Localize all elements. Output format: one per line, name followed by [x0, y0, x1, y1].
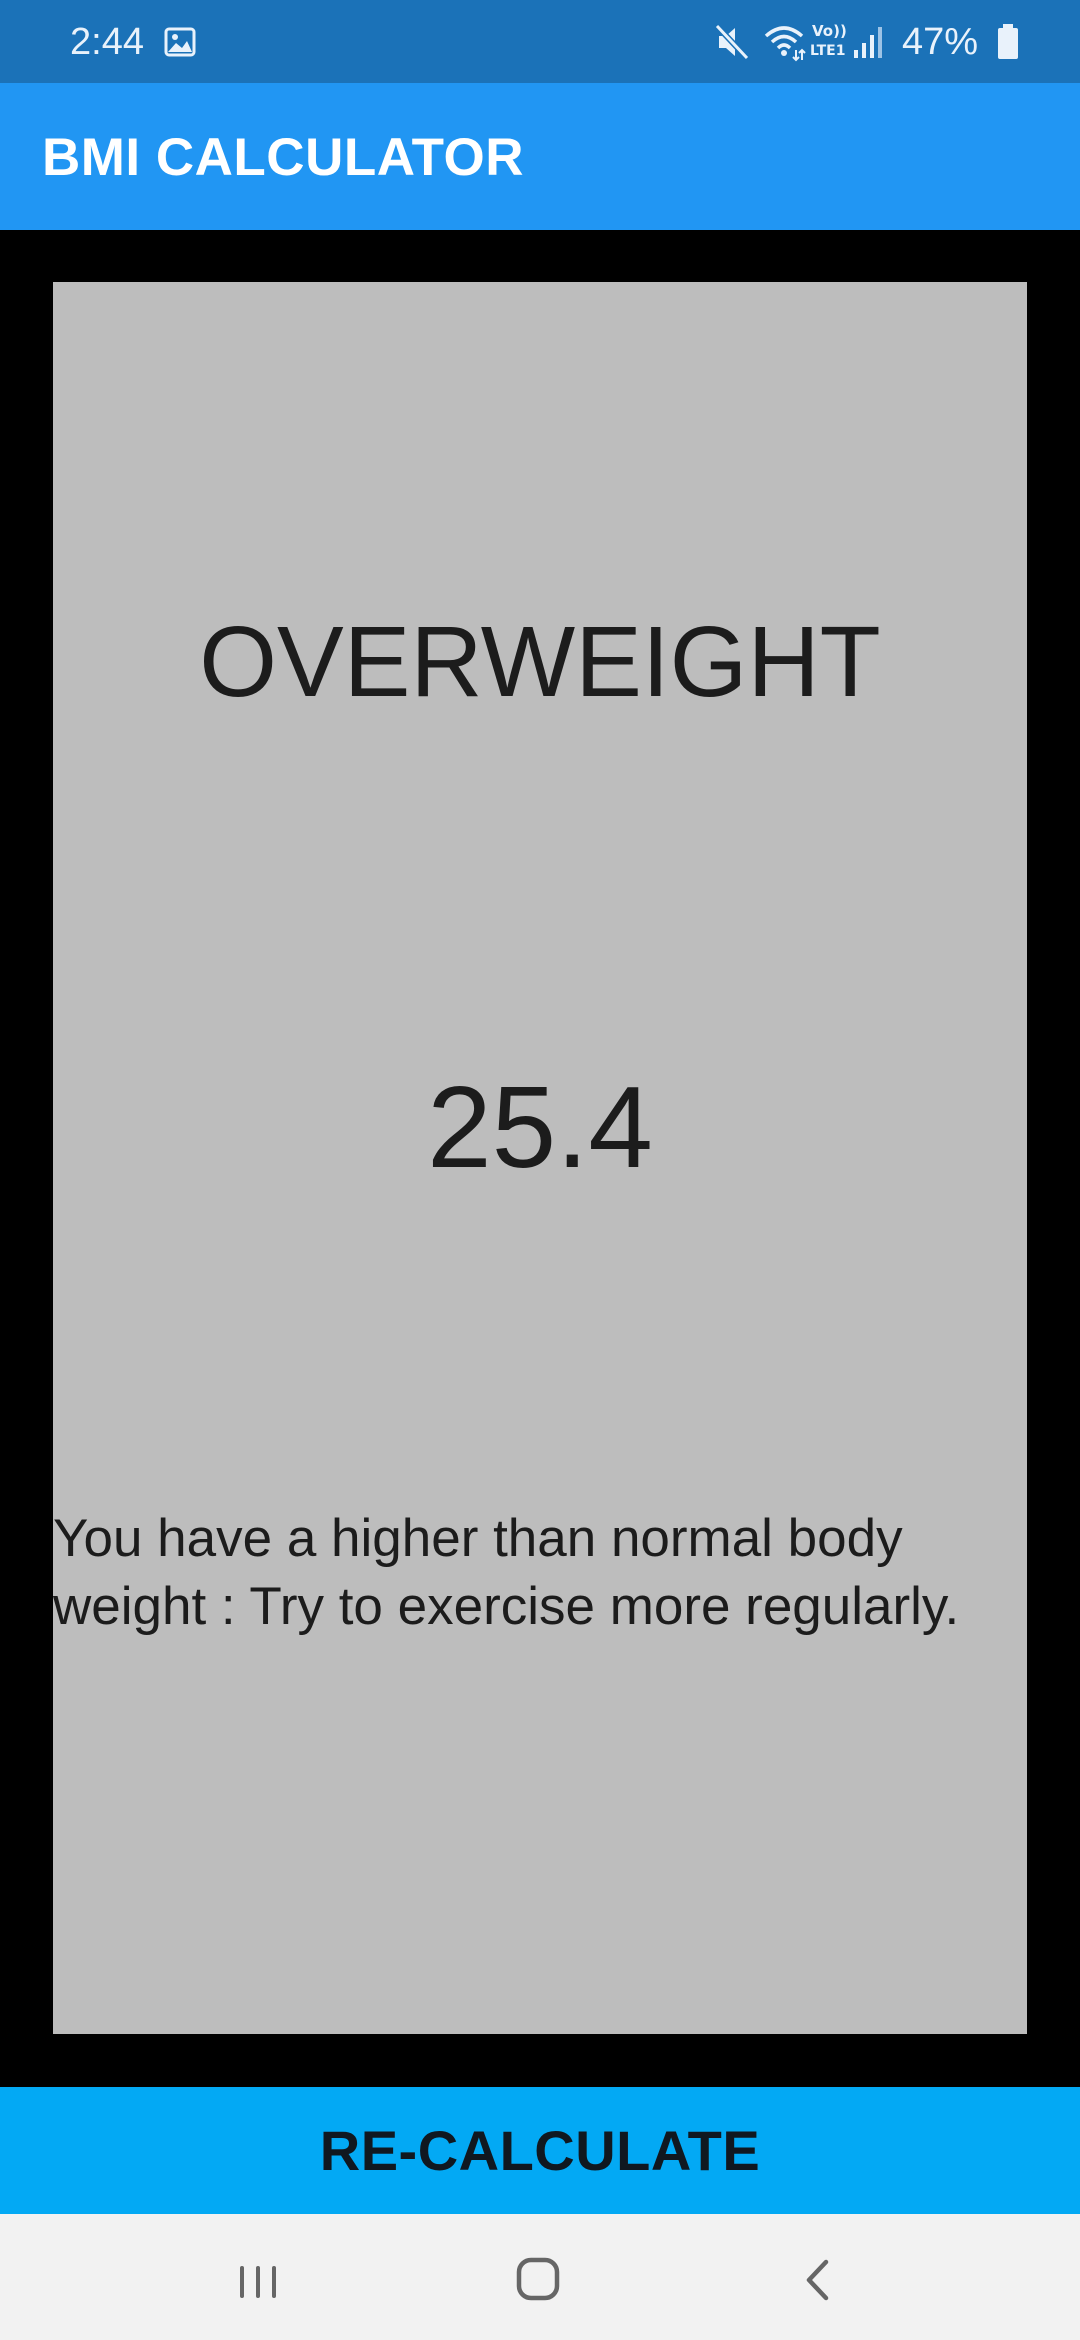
gallery-icon: [164, 26, 196, 58]
status-time: 2:44: [70, 21, 144, 63]
system-nav-bar: [0, 2214, 1080, 2340]
app-title: BMI CALCULATOR: [42, 128, 524, 187]
result-card: OVERWEIGHT 25.4 You have a higher than n…: [53, 282, 1027, 2034]
status-icons: Vo)) LTE1 47%: [600, 0, 1080, 83]
wifi-icon: [762, 22, 806, 67]
volte-icon: Vo)) LTE1: [810, 20, 850, 67]
battery-icon: [996, 24, 1020, 65]
recalculate-button[interactable]: RE-CALCULATE: [0, 2087, 1080, 2214]
svg-text:Vo)): Vo)): [812, 22, 847, 40]
app-bar: BMI CALCULATOR: [0, 83, 1080, 230]
battery-percent: 47%: [901, 21, 978, 63]
result-category: OVERWEIGHT: [199, 606, 881, 718]
recalculate-label: RE-CALCULATE: [319, 2119, 761, 2182]
home-icon[interactable]: [503, 2244, 573, 2314]
svg-text:LTE1: LTE1: [810, 43, 845, 59]
recents-icon[interactable]: [223, 2244, 293, 2314]
mute-icon: [714, 22, 750, 67]
status-bar: 2:44 Vo)) LTE1 47%: [0, 0, 1080, 83]
bmi-value: 25.4: [427, 1062, 653, 1192]
advice-text: You have a higher than normal body weigh…: [53, 1509, 960, 1636]
back-icon[interactable]: [784, 2244, 854, 2314]
signal-icon: [852, 24, 886, 65]
